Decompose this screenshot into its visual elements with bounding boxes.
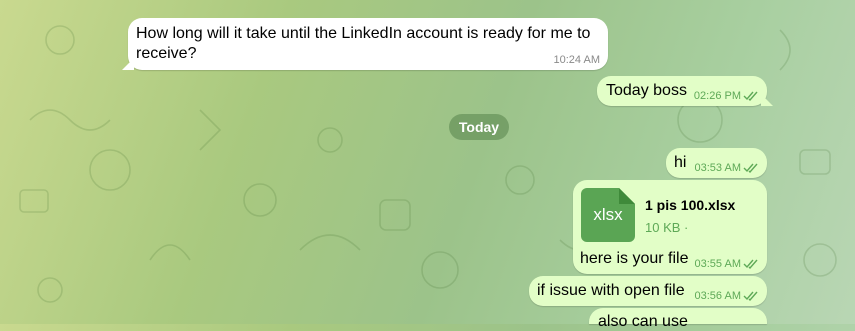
file-icon[interactable]: xlsx <box>581 188 635 242</box>
message-meta: 02:26 PM <box>694 90 759 102</box>
outgoing-message[interactable]: also can use <box>589 308 767 330</box>
file-caption: here is your file <box>580 250 689 267</box>
time-text: 03:53 AM <box>694 162 741 174</box>
double-check-icon <box>743 91 758 101</box>
double-check-icon <box>743 259 758 269</box>
message-text: hi <box>674 154 687 171</box>
message-meta: 03:53 AM <box>695 162 759 174</box>
outgoing-message[interactable]: hi 03:53 AM <box>666 148 767 178</box>
date-separator: Today <box>449 114 509 140</box>
time-text: 02:26 PM <box>693 90 741 102</box>
time-text: 03:56 AM <box>694 290 741 302</box>
message-text: if issue with open file <box>537 282 685 299</box>
outgoing-message[interactable]: Today boss 02:26 PM <box>597 76 773 106</box>
incoming-message[interactable]: How long will it take until the LinkedIn… <box>122 18 608 70</box>
message-text-line-2: receive? <box>136 45 197 62</box>
bubble-tail <box>761 94 773 106</box>
file-extension: xlsx <box>593 205 623 224</box>
message-text: also can use <box>598 313 688 330</box>
bubble-tail <box>122 58 134 70</box>
time-text: 03:55 AM <box>694 258 741 270</box>
time-text: 10:24 AM <box>553 54 600 66</box>
file-size: 10 KB · <box>645 220 689 235</box>
message-meta: 03:56 AM <box>695 290 759 302</box>
message-meta: 03:55 AM <box>695 258 759 270</box>
file-message[interactable]: xlsx 1 pis 100.xlsx 10 KB · here is your… <box>573 180 767 274</box>
message-text: Today boss <box>606 82 687 99</box>
outgoing-message[interactable]: if issue with open file 03:56 AM <box>529 276 767 306</box>
message-time: 10:24 AM <box>554 54 600 66</box>
file-name[interactable]: 1 pis 100.xlsx <box>645 197 735 213</box>
double-check-icon <box>743 163 758 173</box>
message-text-line-1: How long will it take until the LinkedIn… <box>136 25 591 42</box>
double-check-icon <box>743 291 758 301</box>
